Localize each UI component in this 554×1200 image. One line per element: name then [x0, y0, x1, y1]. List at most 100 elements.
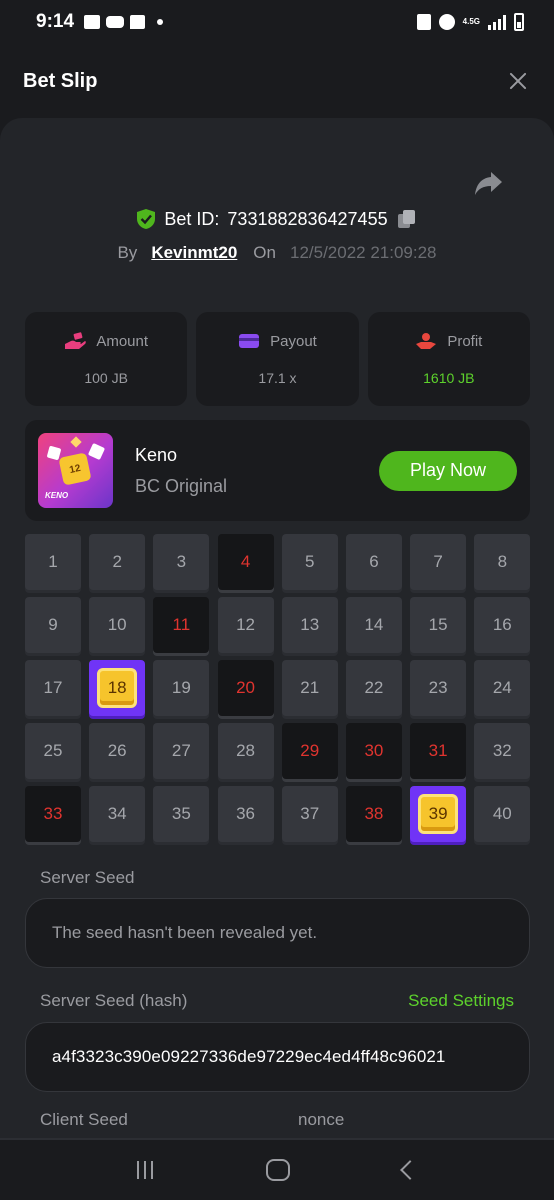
keno-number: 1 — [48, 552, 58, 571]
lock-icon — [416, 14, 431, 30]
keno-cell[interactable]: 26 — [89, 723, 146, 779]
server-hash-value: a4f3323c390e09227336de97229ec4ed4ff48c96… — [52, 1047, 446, 1066]
keno-number: 7 — [433, 552, 443, 571]
home-icon[interactable] — [265, 1159, 290, 1181]
notification-icons — [84, 15, 164, 29]
keno-cell[interactable]: 34 — [89, 786, 146, 842]
keno-cell[interactable]: 25 — [25, 723, 81, 779]
server-hash-field[interactable]: a4f3323c390e09227336de97229ec4ed4ff48c96… — [25, 1022, 530, 1092]
share-icon[interactable] — [474, 170, 504, 196]
keno-cell[interactable]: 40 — [474, 786, 531, 842]
bet-meta-row: By Kevinmt20 On 12/5/2022 21:09:28 — [0, 243, 554, 263]
keno-cell-drawn[interactable]: 29 — [281, 723, 338, 779]
by-label: By — [117, 243, 138, 262]
keno-cell[interactable]: 21 — [281, 660, 338, 716]
stats-row: Amount 100 JB Payout 17.1 x Profit 1610 … — [25, 312, 530, 406]
bet-id-label: Bet ID: — [164, 208, 220, 229]
bet-slip-panel: Bet ID: 7331882836427455 By Kevinmt20 On… — [0, 118, 554, 1138]
keno-cell[interactable]: 16 — [474, 597, 531, 653]
copy-icon[interactable] — [396, 208, 418, 230]
keno-cell-drawn[interactable]: 31 — [410, 723, 467, 779]
keno-cell[interactable]: 32 — [474, 723, 531, 779]
keno-grid: 1 2 3 4 5 6 7 8 9 10 11 12 13 14 15 16 17 18 19 20 21 22 23 24 2… — [25, 534, 531, 842]
keno-cell[interactable]: 1 — [25, 534, 81, 590]
keno-cell-drawn[interactable]: 11 — [153, 597, 210, 653]
keno-number: 40 — [492, 804, 512, 823]
keno-cell[interactable]: 23 — [410, 660, 467, 716]
keno-number: 11 — [172, 615, 191, 634]
keno-cell[interactable]: 22 — [345, 660, 402, 716]
keno-cell-drawn[interactable]: 38 — [345, 786, 402, 842]
back-icon[interactable] — [400, 1160, 421, 1180]
keno-cell-drawn[interactable]: 20 — [217, 660, 274, 716]
keno-cell[interactable]: 15 — [410, 597, 467, 653]
system-icons: 4.5G — [416, 13, 524, 31]
keno-cell-hit[interactable]: 39 — [410, 786, 467, 842]
close-icon[interactable] — [505, 68, 531, 94]
keno-number: 2 — [112, 552, 122, 571]
profit-hand-icon — [416, 333, 437, 349]
bet-id-value: 7331882836427455 — [227, 208, 388, 229]
alarm-icon — [438, 14, 455, 30]
header: Bet Slip — [0, 44, 554, 118]
server-seed-field[interactable]: The seed hasn't been revealed yet. — [25, 898, 530, 968]
keno-cell[interactable]: 28 — [217, 723, 274, 779]
stat-amount-value: 100 JB — [84, 370, 128, 386]
stat-payout: Payout 17.1 x — [196, 312, 359, 406]
keno-number: 3 — [176, 552, 187, 571]
keno-cell-drawn[interactable]: 4 — [217, 534, 274, 590]
keno-cell-drawn[interactable]: 33 — [25, 786, 81, 842]
keno-number: 36 — [236, 804, 256, 823]
keno-cell[interactable]: 37 — [281, 786, 338, 842]
keno-cell[interactable]: 24 — [474, 660, 531, 716]
keno-cell[interactable]: 13 — [281, 597, 338, 653]
keno-cell[interactable]: 2 — [89, 534, 146, 590]
play-now-button[interactable]: Play Now — [379, 450, 517, 491]
keno-cell[interactable]: 9 — [25, 597, 81, 653]
game-subtitle: BC Original — [135, 475, 228, 496]
keno-number: 25 — [43, 741, 63, 760]
recent-apps-icon[interactable] — [136, 1161, 153, 1179]
username-link[interactable]: Kevinmt20 — [151, 243, 237, 263]
keno-number: 6 — [369, 552, 379, 571]
keno-number: 31 — [428, 741, 448, 760]
keno-cell-drawn[interactable]: 30 — [345, 723, 402, 779]
page-title: Bet Slip — [23, 69, 98, 92]
keno-number: 8 — [497, 552, 508, 571]
keno-cell[interactable]: 5 — [281, 534, 338, 590]
on-label: On — [253, 243, 276, 262]
seed-settings-link[interactable]: Seed Settings — [408, 991, 514, 1011]
keno-number: 38 — [364, 804, 384, 823]
keno-cell[interactable]: 10 — [89, 597, 146, 653]
signal-icon — [488, 14, 506, 30]
keno-cell[interactable]: 35 — [153, 786, 210, 842]
stat-payout-label: Payout — [270, 332, 317, 350]
keno-number: 21 — [300, 678, 320, 697]
stat-amount: Amount 100 JB — [25, 312, 188, 406]
keno-cell[interactable]: 6 — [345, 534, 402, 590]
stat-profit: Profit 1610 JB — [367, 312, 530, 406]
keno-cell[interactable]: 8 — [474, 534, 531, 590]
keno-number: 17 — [43, 678, 63, 697]
server-seed-value: The seed hasn't been revealed yet. — [52, 923, 318, 942]
gem-icon: 39 — [418, 794, 459, 834]
verified-shield-icon — [137, 209, 156, 229]
thumb-number: 12 — [58, 452, 92, 486]
keno-cell[interactable]: 3 — [153, 534, 210, 590]
system-nav-bar — [0, 1138, 554, 1200]
keno-cell[interactable]: 7 — [410, 534, 467, 590]
keno-cell[interactable]: 19 — [153, 660, 210, 716]
gallery-icon — [84, 15, 101, 29]
keno-cell[interactable]: 17 — [25, 660, 81, 716]
keno-cell[interactable]: 36 — [217, 786, 274, 842]
keno-number: 14 — [364, 615, 384, 634]
keno-number: 30 — [364, 741, 384, 760]
keno-cell[interactable]: 12 — [217, 597, 274, 653]
keno-cell-hit[interactable]: 18 — [89, 660, 146, 716]
keno-cell[interactable]: 27 — [153, 723, 210, 779]
stat-profit-label: Profit — [447, 332, 483, 350]
keno-number: 16 — [492, 615, 512, 634]
keno-cell[interactable]: 14 — [345, 597, 402, 653]
youtube-icon — [106, 16, 125, 28]
card-icon — [239, 334, 260, 348]
